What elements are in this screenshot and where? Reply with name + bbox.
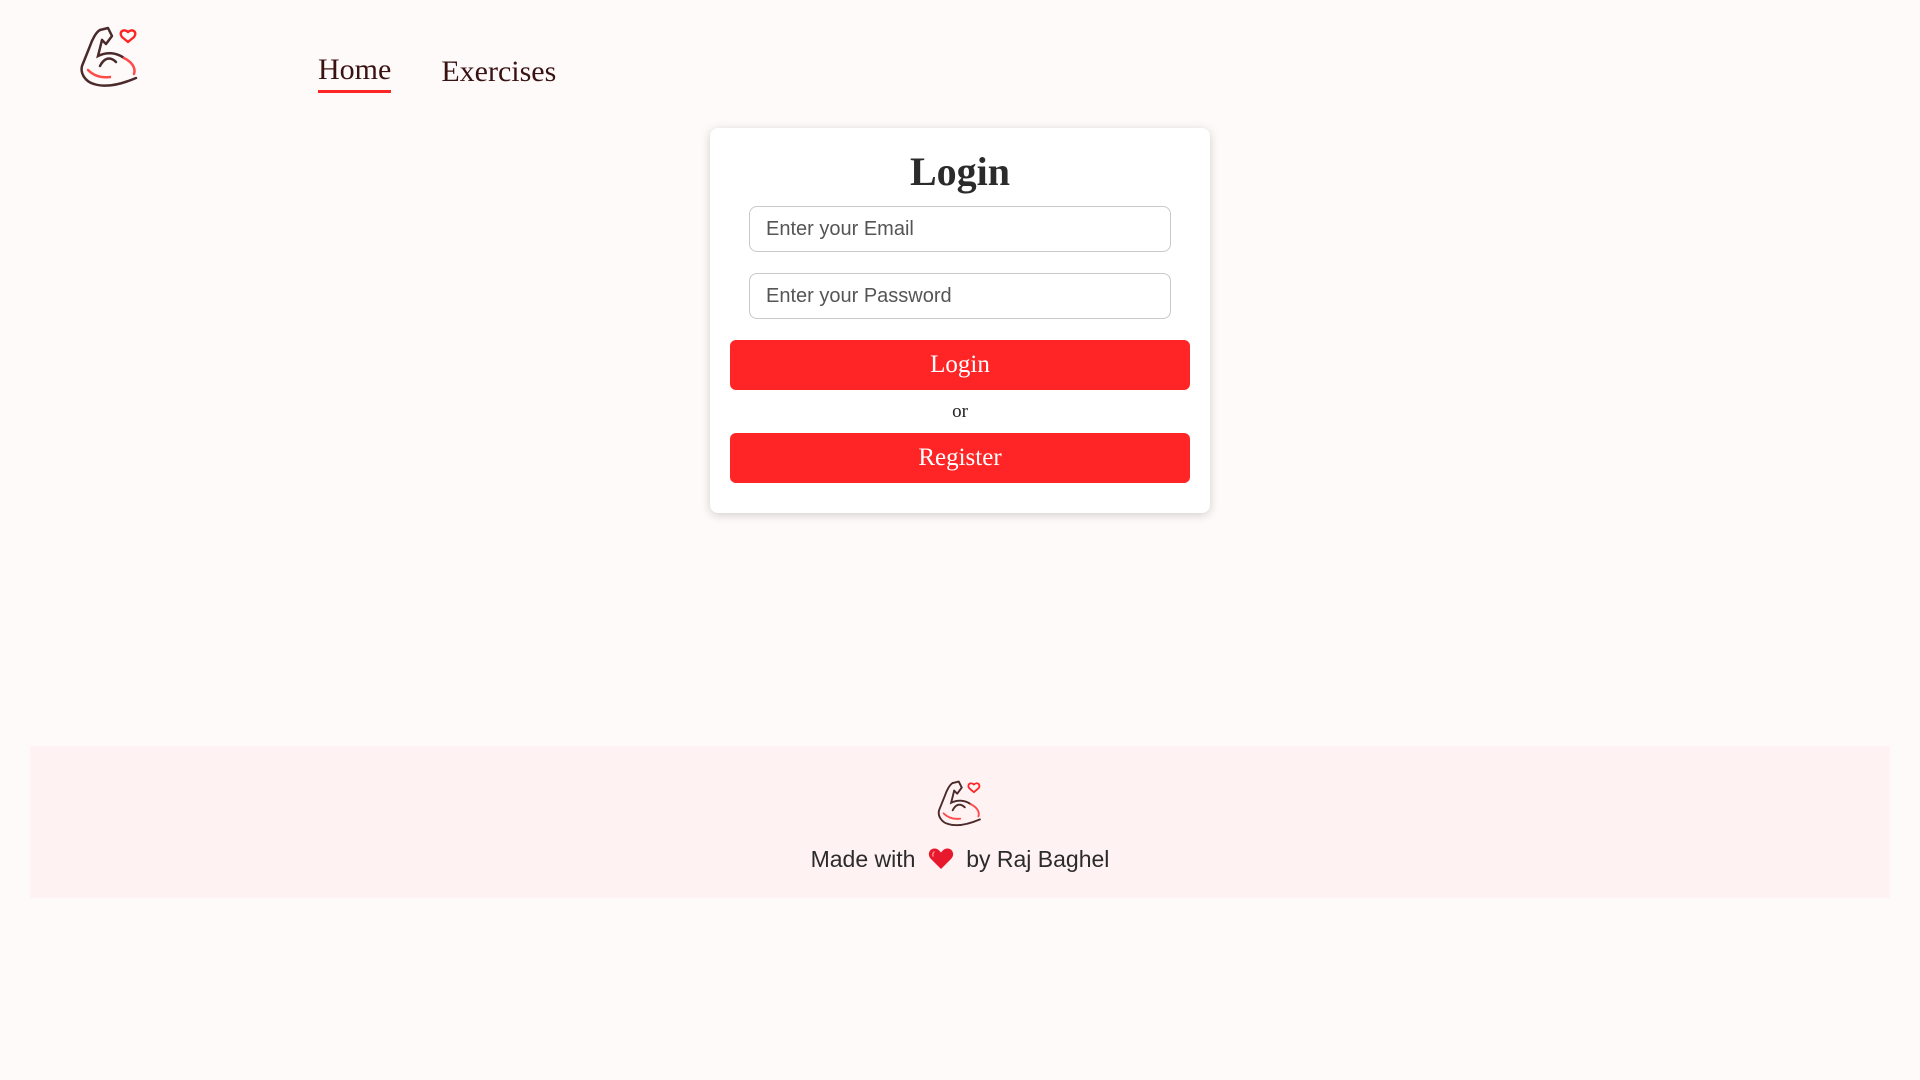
nav-exercises-link[interactable]: Exercises	[441, 54, 556, 92]
login-button[interactable]: Login	[730, 340, 1190, 390]
register-button[interactable]: Register	[730, 433, 1190, 483]
main-nav: Home Exercises	[318, 52, 556, 93]
nav-home-link[interactable]: Home	[318, 52, 392, 93]
bicep-logo-icon	[937, 780, 981, 827]
made-with-text: Made with	[810, 846, 916, 872]
login-card: Login Login or Register	[710, 128, 1210, 513]
footer-credit: Made with by Raj Baghel	[30, 844, 1890, 874]
author-text: by Raj Baghel	[966, 846, 1110, 872]
password-input[interactable]	[749, 273, 1171, 319]
footer: Made with by Raj Baghel	[30, 746, 1890, 898]
login-title: Login	[909, 149, 1011, 194]
page: Home Exercises Login Login or Register M…	[0, 0, 1920, 1080]
bicep-logo-icon[interactable]	[78, 22, 144, 88]
heart-icon	[928, 848, 953, 869]
or-separator: or	[952, 401, 968, 422]
email-input[interactable]	[749, 206, 1171, 252]
